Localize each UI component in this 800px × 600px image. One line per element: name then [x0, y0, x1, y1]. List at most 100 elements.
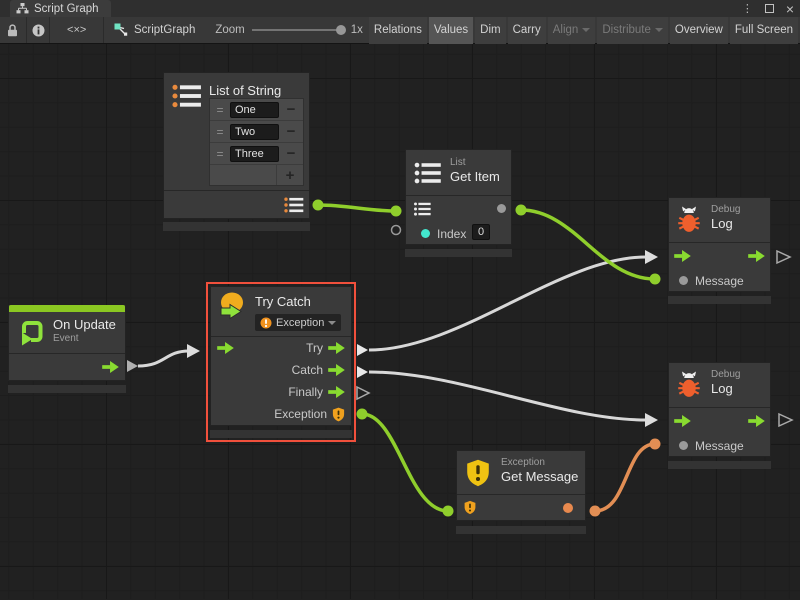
wire-endpoint	[357, 409, 368, 420]
add-item-button[interactable]: +	[276, 165, 303, 185]
unconnected-port-circle[interactable]	[392, 226, 401, 235]
zoom-label: Zoom	[215, 24, 244, 36]
exception-type-dropdown[interactable]: Exception	[255, 314, 341, 331]
message-input-port[interactable]	[679, 276, 688, 285]
node-footer	[163, 222, 310, 231]
wire-onupdate-to-trycatch[interactable]	[138, 351, 189, 366]
chevron-down-icon	[655, 28, 663, 32]
tab-title: Script Graph	[34, 3, 99, 15]
inspect-button[interactable]	[27, 17, 51, 43]
lock-button[interactable]	[0, 17, 27, 43]
toggle-fullscreen[interactable]: Full Screen	[730, 17, 798, 44]
flow-input-port[interactable]	[217, 342, 234, 354]
node-get-item[interactable]: List Get Item Index 0	[405, 149, 512, 245]
bug-icon	[676, 206, 702, 234]
code-preview-button[interactable]: <×>	[50, 17, 104, 43]
node-title: Log	[711, 381, 740, 397]
tab-script-graph[interactable]: Script Graph	[10, 0, 111, 17]
chevron-down-icon	[582, 28, 590, 32]
remove-item-button[interactable]: −	[279, 101, 303, 118]
toggle-align[interactable]: Align	[548, 17, 596, 44]
node-try-catch-selection[interactable]: Try Catch Exception	[206, 282, 356, 442]
remove-item-button[interactable]: −	[279, 123, 303, 140]
list-input-port[interactable]	[413, 202, 432, 216]
string-output-port[interactable]	[563, 503, 573, 513]
node-title: Log	[711, 216, 740, 232]
node-title: On Update	[53, 317, 116, 333]
message-input-port[interactable]	[679, 441, 688, 450]
zoom-control: Zoom 1x	[215, 17, 363, 43]
index-label: Index	[437, 227, 466, 241]
catch-output-port[interactable]	[328, 364, 345, 376]
wire-try-to-log1[interactable]	[369, 257, 646, 350]
toggle-dim[interactable]: Dim	[475, 17, 505, 44]
finally-label: Finally	[288, 385, 323, 399]
exception-output-port[interactable]	[332, 407, 345, 422]
node-category: Debug	[711, 369, 740, 381]
try-output-port[interactable]	[328, 342, 345, 354]
index-input-port[interactable]	[421, 229, 430, 238]
maximize-icon[interactable]	[765, 4, 774, 13]
flow-input-port[interactable]	[674, 250, 691, 262]
list-output-port[interactable]	[283, 197, 305, 213]
node-footer	[405, 249, 512, 257]
graph-canvas[interactable]: List of String = One − = Two − = Three −	[0, 44, 800, 599]
toggle-distribute[interactable]: Distribute	[597, 17, 668, 44]
wire-arrowhead	[187, 344, 200, 358]
wire-list-to-getitem[interactable]	[318, 205, 396, 211]
list-item-row: = Two −	[210, 121, 303, 143]
toggle-overview[interactable]: Overview	[670, 17, 728, 44]
list-item-row: = Three −	[210, 143, 303, 165]
flow-output-port[interactable]	[748, 250, 765, 262]
wire-arrowhead	[645, 413, 658, 427]
flow-input-port[interactable]	[674, 415, 691, 427]
node-on-update[interactable]: On Update Event	[8, 305, 126, 381]
window-menu-icon[interactable]: ⋮	[742, 2, 753, 15]
drag-handle-icon[interactable]: =	[210, 125, 230, 139]
node-debug-log-bottom[interactable]: Debug Log Message	[668, 362, 771, 457]
wire-getmessage-to-log2-message[interactable]	[595, 444, 655, 511]
wire-catch-to-log2[interactable]	[369, 372, 646, 420]
list-item-input[interactable]: One	[230, 102, 279, 118]
node-title: List of String	[209, 83, 281, 99]
node-debug-log-top[interactable]: Debug Log Message	[668, 197, 771, 292]
breadcrumb[interactable]: ScriptGraph	[104, 17, 205, 43]
graph-toolbar: <×> ScriptGraph Zoom 1x Relations Values…	[0, 17, 800, 44]
toggle-relations[interactable]: Relations	[369, 17, 427, 44]
unconnected-port-triangle-finally[interactable]	[357, 387, 369, 399]
flow-output-port[interactable]	[748, 415, 765, 427]
toggle-values[interactable]: Values	[429, 17, 473, 44]
wire-endpoint	[391, 206, 402, 217]
exception-input-port[interactable]	[464, 500, 476, 515]
node-category: Debug	[711, 204, 740, 216]
unconnected-port-triangle-log1[interactable]	[777, 251, 790, 263]
wire-exception-to-getmessage[interactable]	[362, 414, 448, 511]
message-row: Message	[669, 268, 770, 293]
list-item-input[interactable]: Two	[230, 124, 279, 140]
index-value-input[interactable]: 0	[472, 224, 490, 240]
node-list-of-string[interactable]: List of String = One − = Two − = Three −	[163, 72, 310, 219]
finally-output-port[interactable]	[328, 386, 345, 398]
remove-item-button[interactable]: −	[279, 145, 303, 162]
toggle-carry[interactable]: Carry	[508, 17, 546, 44]
exception-label: Exception	[274, 407, 327, 421]
close-icon[interactable]: ×	[786, 4, 794, 14]
item-output-port[interactable]	[497, 204, 506, 213]
exception-row: Exception	[211, 403, 351, 425]
zoom-slider[interactable]	[252, 29, 344, 31]
node-category: Event	[53, 333, 116, 345]
flow-output-port[interactable]	[102, 361, 119, 373]
drag-handle-icon[interactable]: =	[210, 103, 230, 117]
list-item-input[interactable]: Three	[230, 146, 279, 162]
node-try-catch[interactable]: Try Catch Exception	[210, 286, 352, 426]
code-icon: <×>	[67, 24, 86, 36]
node-get-message[interactable]: Exception Get Message	[456, 450, 586, 521]
try-row: Try	[211, 337, 351, 359]
unconnected-port-triangle-log2[interactable]	[779, 414, 792, 426]
node-header: Debug Log	[669, 363, 770, 408]
node-header: On Update Event	[9, 312, 125, 354]
zoom-slider-handle[interactable]	[336, 25, 346, 35]
graph-hierarchy-icon	[16, 3, 29, 14]
drag-handle-icon[interactable]: =	[210, 147, 230, 161]
node-title: Get Message	[501, 469, 578, 485]
